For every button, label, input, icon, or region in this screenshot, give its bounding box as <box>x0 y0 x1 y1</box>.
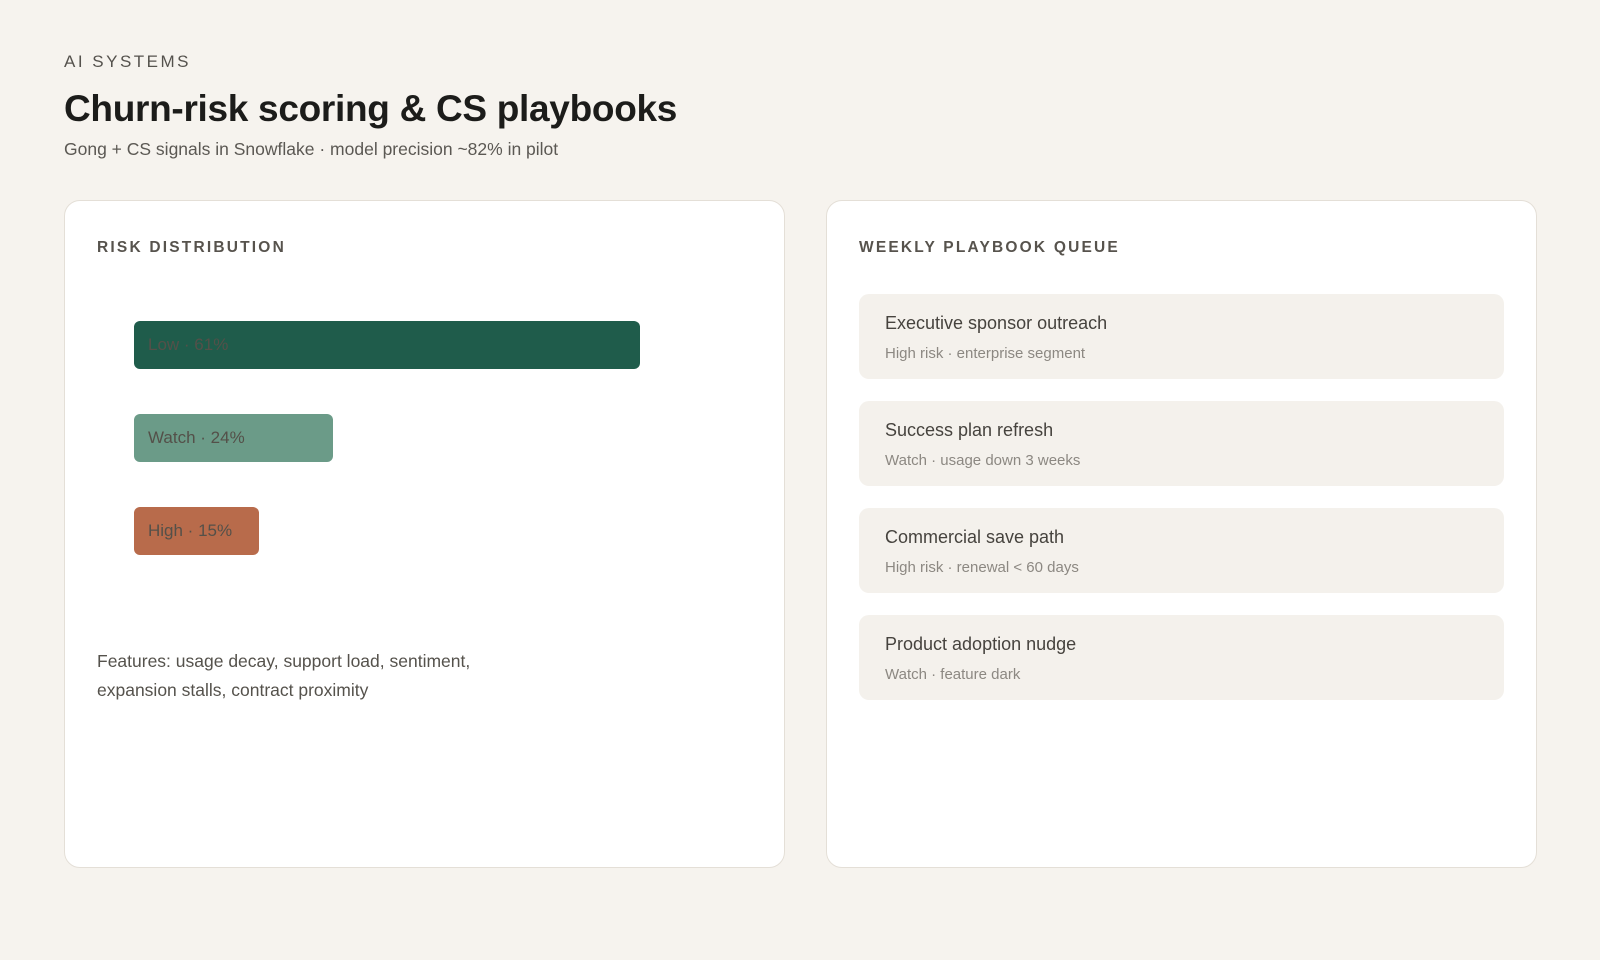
queue-item-detail: High risk · enterprise segment <box>885 345 1086 362</box>
queue-item-title: Product adoption nudge <box>885 634 1077 654</box>
queue-item-detail: High risk · renewal < 60 days <box>885 559 1079 576</box>
queue-item-detail: Watch · usage down 3 weeks <box>885 452 1081 469</box>
page-title: Churn-risk scoring & CS playbooks <box>64 88 678 129</box>
risk-distribution-heading: RISK DISTRIBUTION <box>97 239 286 256</box>
playbook-queue-card: WEEKLY PLAYBOOK QUEUE Executive sponsor … <box>826 200 1537 868</box>
queue-item-title: Commercial save path <box>885 527 1065 547</box>
risk-bar-watch: Watch · 24% <box>134 414 333 462</box>
risk-bar-label: High · 15% <box>148 521 233 540</box>
features-note: Features: usage decay, support load, sen… <box>97 651 471 700</box>
risk-distribution-card: RISK DISTRIBUTION Low · 61% Watch · 24% Hi… <box>64 200 785 868</box>
queue-item-title: Success plan refresh <box>885 420 1054 440</box>
risk-bar-label: Low · 61% <box>148 335 229 354</box>
queue-item-success-plan[interactable]: Success plan refresh Watch · usage down … <box>859 401 1504 486</box>
queue-item-detail: Watch · feature dark <box>885 666 1021 683</box>
risk-bar-high: High · 15% <box>134 507 259 555</box>
queue-item-title: Executive sponsor outreach <box>885 313 1108 333</box>
playbook-queue-heading: WEEKLY PLAYBOOK QUEUE <box>859 239 1120 256</box>
risk-bar-label: Watch · 24% <box>148 428 245 447</box>
page-subtitle: Gong + CS signals in Snowflake · model p… <box>64 139 559 159</box>
queue-item-product-adoption[interactable]: Product adoption nudge Watch · feature d… <box>859 615 1504 700</box>
risk-bar-low: Low · 61% <box>134 321 640 369</box>
queue-item-commercial-save[interactable]: Commercial save path High risk · renewal… <box>859 508 1504 593</box>
queue-item-executive-sponsor[interactable]: Executive sponsor outreach High risk · e… <box>859 294 1504 379</box>
section-eyebrow: AI SYSTEMS <box>64 52 192 71</box>
